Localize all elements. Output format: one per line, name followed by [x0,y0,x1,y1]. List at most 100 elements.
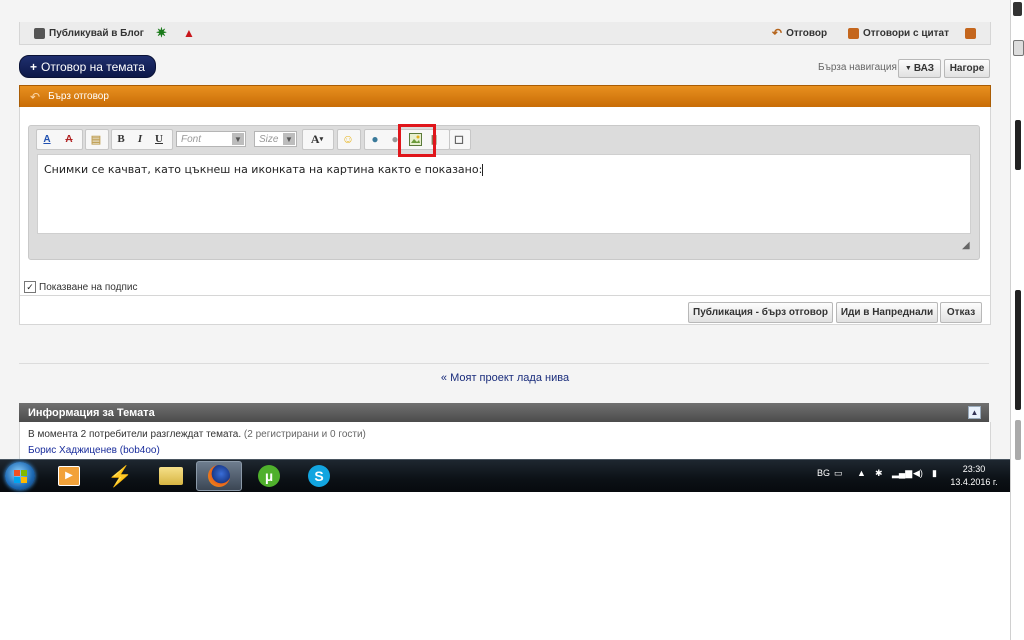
quote-icon [848,27,859,39]
message-textarea[interactable]: Снимки се качват, като цъкнеш на иконкат… [37,154,971,234]
quick-nav-dropdown[interactable]: ▼ ВАЗ [898,59,941,78]
remove-format-icon[interactable]: A [61,131,77,147]
publish-to-blog-label: Публикувай в Блог [49,27,144,39]
taskbar-firefox[interactable] [196,461,242,491]
reputation-star-icon: ✷ [156,25,167,40]
skype-icon: S [308,465,330,487]
clock-time: 23:30 [962,464,986,474]
edge-scrollbar [1015,420,1021,460]
show-signature-checkbox[interactable]: ✓ [24,281,36,293]
chevron-down-icon: ▼ [283,133,295,145]
quick-reply-title: Бърз отговор [48,91,109,102]
resize-handle-icon[interactable]: ◢ [962,240,970,251]
bluetooth-icon[interactable]: ✱ [875,468,883,479]
go-top-label: Нагоре [949,63,985,74]
thread-nav-prefix: « [440,372,448,384]
dropdown-arrow-icon: ▼ [904,65,912,72]
quick-nav-label: Бърза навигация [818,62,897,73]
reply-post-label: Отговор [786,27,828,39]
network-signal-icon[interactable]: ▂▄▆ [892,468,912,479]
thread-info-title: Информация за Темата [28,406,155,419]
divider [19,363,989,364]
post-quick-reply-button[interactable]: Публикация - бърз отговор [688,302,833,323]
thread-nav-title: Моят проект лада нива [450,372,570,384]
font-switch-icon[interactable]: A [39,131,55,147]
publish-to-blog-link[interactable]: Публикувай в Блог [34,26,144,40]
quote-bubble-icon[interactable]: ◻ [451,131,467,147]
browser-viewport: Публикувай в Блог ✷ ▲ ↶ Отговор Отговори… [0,0,1010,460]
cancel-button[interactable]: Отказ [940,302,982,323]
reply-arrow-icon: ↶ [772,26,783,40]
edge-mark [1013,2,1022,16]
taskbar-utorrent[interactable]: µ [246,461,292,491]
keyboard-icon[interactable]: ▭ [834,468,843,479]
report-button[interactable]: ▲ [183,26,195,40]
text-caret [482,164,484,176]
smiley-icon[interactable]: ☺ [340,131,356,147]
font-select-value: Font [181,133,202,145]
windows-taskbar: ▶ ⚡ µ S BG ▭ ▲ ✱ ▂▄▆ ◀) ▮ 23:30 13.4.201… [0,459,1010,492]
message-text: Снимки се качват, като цъкнеш на иконкат… [44,163,483,176]
show-hidden-icons-icon[interactable]: ▲ [857,468,866,478]
italic-icon[interactable]: I [132,131,148,147]
blog-icon [34,27,45,39]
taskbar-winamp[interactable]: ⚡ [97,461,143,491]
post-quick-reply-label: Публикация - бърз отговор [693,307,828,318]
thread-info-body: В момента 2 потребители разглеждат темат… [19,422,991,460]
cancel-label: Отказ [946,307,976,318]
winamp-bolt-icon: ⚡ [107,465,133,488]
start-button[interactable] [5,462,35,490]
windows-logo-icon [21,470,27,476]
plus-icon: + [30,59,38,74]
paste-icon[interactable]: ▤ [88,131,104,147]
edge-mark [1013,40,1024,56]
insert-link-icon[interactable]: ● [367,131,383,147]
image-icon-highlight [398,124,436,157]
viewers-text: В момента 2 потребители разглеждат темат… [28,429,242,440]
windows-logo-icon [21,477,27,483]
right-edge-strip [1010,0,1024,640]
language-indicator[interactable]: BG [817,468,830,478]
edge-scrollbar [1015,120,1021,170]
reply-with-quote-button[interactable]: Отговори с цитат [848,26,949,40]
thread-nav-link[interactable]: « Моят проект лада нива [0,372,1010,384]
reputation-button[interactable]: ✷ [156,25,167,40]
font-select[interactable]: Font ▼ [176,131,246,147]
taskbar-media-player[interactable]: ▶ [46,461,92,491]
text-color-icon[interactable]: A ▾ [306,131,328,147]
size-select-value: Size [259,133,279,145]
warning-icon: ▲ [183,26,195,40]
editor-toolbar: A A ▤ B I U Font ▼ Size ▼ A ▾ ☺ ● ● ▮ ◻ [34,128,974,150]
underline-icon[interactable]: U [151,131,167,147]
show-signature-option[interactable]: ✓ Показване на подпис [24,281,137,293]
system-clock[interactable]: 23:30 13.4.2016 г. [944,463,1004,489]
battery-icon[interactable]: ▮ [932,468,937,479]
go-advanced-button[interactable]: Иди в Напреднали [836,302,938,323]
utorrent-icon: µ [258,465,280,487]
chevron-down-icon: ▼ [232,133,244,145]
viewer-user-link[interactable]: Борис Хаджиценев (bob4oo) [28,445,160,456]
reply-to-thread-button[interactable]: + Отговор на темата [19,55,156,78]
media-player-icon: ▶ [58,466,80,486]
reply-post-button[interactable]: ↶ Отговор [772,26,827,40]
firefox-icon [208,465,230,487]
go-top-button[interactable]: Нагоре [944,59,990,78]
quick-reply-header: ↶ Бърз отговор [19,85,991,108]
reply-to-thread-label: Отговор на темата [41,59,145,74]
viewers-line: В момента 2 потребители разглеждат темат… [28,429,366,440]
reply-arrow-icon: ↶ [30,89,41,104]
size-select[interactable]: Size ▼ [254,131,297,147]
multi-quote-icon [965,27,976,39]
viewers-detail: (2 регистрирани и 0 гости) [243,429,366,440]
taskbar-explorer[interactable] [148,461,194,491]
windows-logo-icon [14,477,20,483]
quick-nav-value: ВАЗ [913,63,935,74]
collapse-icon[interactable]: ▲ [968,406,981,419]
volume-icon[interactable]: ◀) [913,468,923,479]
edge-scrollbar [1015,290,1021,410]
clock-date: 13.4.2016 г. [950,477,998,487]
multi-quote-button[interactable] [965,26,976,40]
taskbar-skype[interactable]: S [296,461,342,491]
reply-with-quote-label: Отговори с цитат [863,27,949,39]
bold-icon[interactable]: B [113,131,129,147]
